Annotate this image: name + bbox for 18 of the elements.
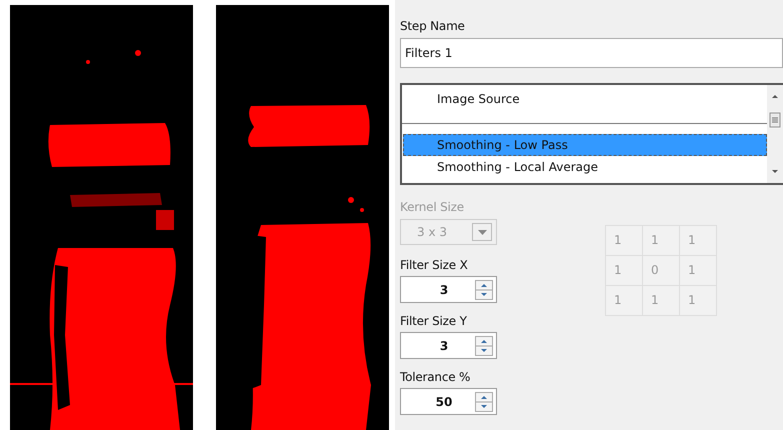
spinner-arrows-icon[interactable] <box>475 280 493 300</box>
spin-box[interactable]: 3 <box>400 332 497 359</box>
spinner-arrows-icon[interactable] <box>475 392 493 412</box>
field-label: Step Name <box>400 18 465 34</box>
field-label: Tolerance % <box>400 369 470 385</box>
field-label: Kernel Size <box>400 199 464 215</box>
spin-box[interactable]: 50 <box>400 388 497 415</box>
scrollbar[interactable] <box>767 85 783 183</box>
spinner-arrows-icon[interactable] <box>475 336 493 356</box>
list-item[interactable]: Smoothing - Low Pass <box>403 134 767 156</box>
field-label: Filter Size X <box>400 257 468 273</box>
list-item[interactable]: Image Source <box>403 88 767 110</box>
field-label: Filter Size Y <box>400 313 467 329</box>
spin-box[interactable]: 3 <box>400 276 497 303</box>
step-name-field[interactable]: Filters 1 <box>400 38 783 68</box>
list-item[interactable]: Smoothing - Local Average <box>403 156 767 178</box>
caret-icon <box>478 230 486 234</box>
filter-list[interactable]: Image Source Smoothing - Low Pass Smoothing - Local Average <box>400 83 783 185</box>
